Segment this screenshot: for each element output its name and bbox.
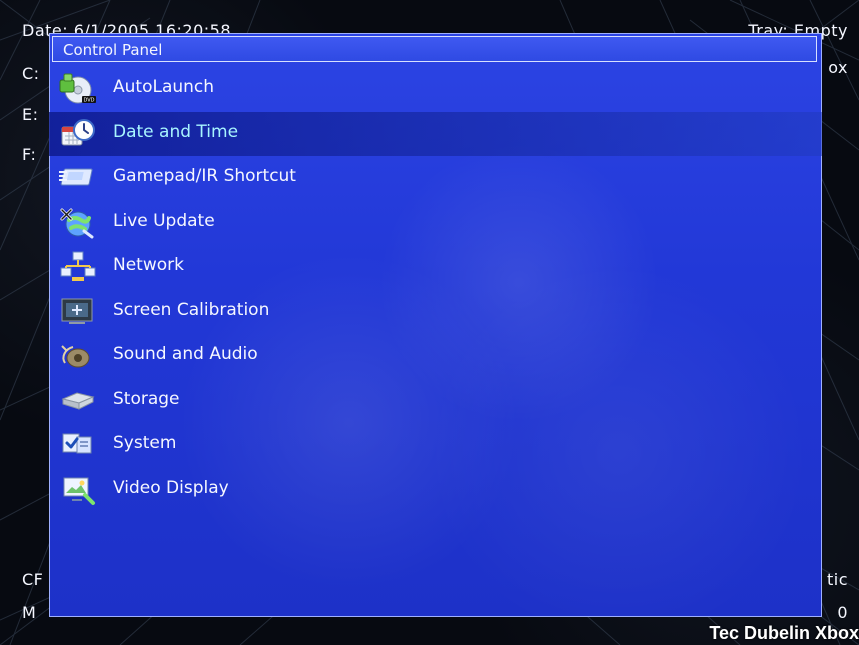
clock-calendar-icon — [61, 118, 95, 145]
bottom-right-zero-label: 0 — [837, 603, 848, 622]
storage-icon — [61, 391, 95, 410]
bottom-left-status-label: CF — [22, 570, 44, 589]
dvd-icon: DVD — [59, 73, 96, 104]
menu-item-label-autolaunch: AutoLaunch — [113, 77, 215, 97]
right-status-label: ox — [828, 58, 848, 77]
drive-f-label: F: — [22, 145, 37, 164]
menu-item-sound-and-audio[interactable]: Sound and Audio — [49, 334, 822, 379]
control-panel-menu: DVD AutoLaunch Date and Time Gamepad/IR … — [49, 67, 822, 512]
drive-c-label: C: — [22, 64, 40, 83]
menu-item-label-date-and-time: Date and Time — [113, 121, 239, 142]
menu-item-storage[interactable]: Storage — [49, 379, 822, 424]
menu-item-screen-calibration[interactable]: Screen Calibration — [49, 290, 822, 335]
menu-item-date-and-time[interactable]: Date and Time — [49, 111, 822, 156]
menu-item-autolaunch[interactable]: DVD AutoLaunch — [49, 67, 822, 112]
system-icon — [62, 433, 92, 454]
bottom-left-m-label: M — [22, 603, 37, 622]
menu-item-video-display[interactable]: Video Display — [49, 468, 822, 513]
video-display-icon — [63, 477, 95, 505]
menu-item-system[interactable]: System — [49, 423, 822, 468]
panel-title: Control Panel — [63, 41, 163, 59]
menu-item-live-update[interactable]: Live Update — [49, 201, 822, 246]
drive-e-label: E: — [22, 105, 39, 124]
menu-item-network[interactable]: Network — [49, 245, 822, 290]
menu-item-label-live-update: Live Update — [113, 210, 215, 231]
live-update-icon — [60, 208, 94, 238]
menu-item-label-network: Network — [113, 255, 184, 275]
svg-text:DVD: DVD — [83, 98, 94, 104]
screen-calibration-icon — [61, 298, 93, 324]
control-panel: Control Panel DVD AutoLaunch Date and Ti… — [49, 33, 822, 617]
network-icon — [60, 251, 96, 281]
brand-label: Tec Dubelin Xbox — [709, 623, 859, 643]
panel-title-bar: Control Panel — [52, 36, 817, 62]
menu-item-label-gamepad-ir-shortcut: Gamepad/IR Shortcut — [113, 166, 296, 186]
sound-audio-icon — [61, 345, 90, 368]
menu-item-label-video-display: Video Display — [113, 477, 229, 498]
menu-item-label-screen-calibration: Screen Calibration — [113, 299, 270, 320]
gamepad-shortcut-icon — [59, 168, 93, 186]
menu-item-gamepad-ir-shortcut[interactable]: Gamepad/IR Shortcut — [49, 156, 822, 201]
menu-item-label-storage: Storage — [113, 388, 180, 409]
menu-item-label-system: System — [113, 433, 177, 453]
bottom-right-status-label: tic — [826, 570, 848, 589]
menu-item-label-sound-and-audio: Sound and Audio — [113, 344, 258, 364]
